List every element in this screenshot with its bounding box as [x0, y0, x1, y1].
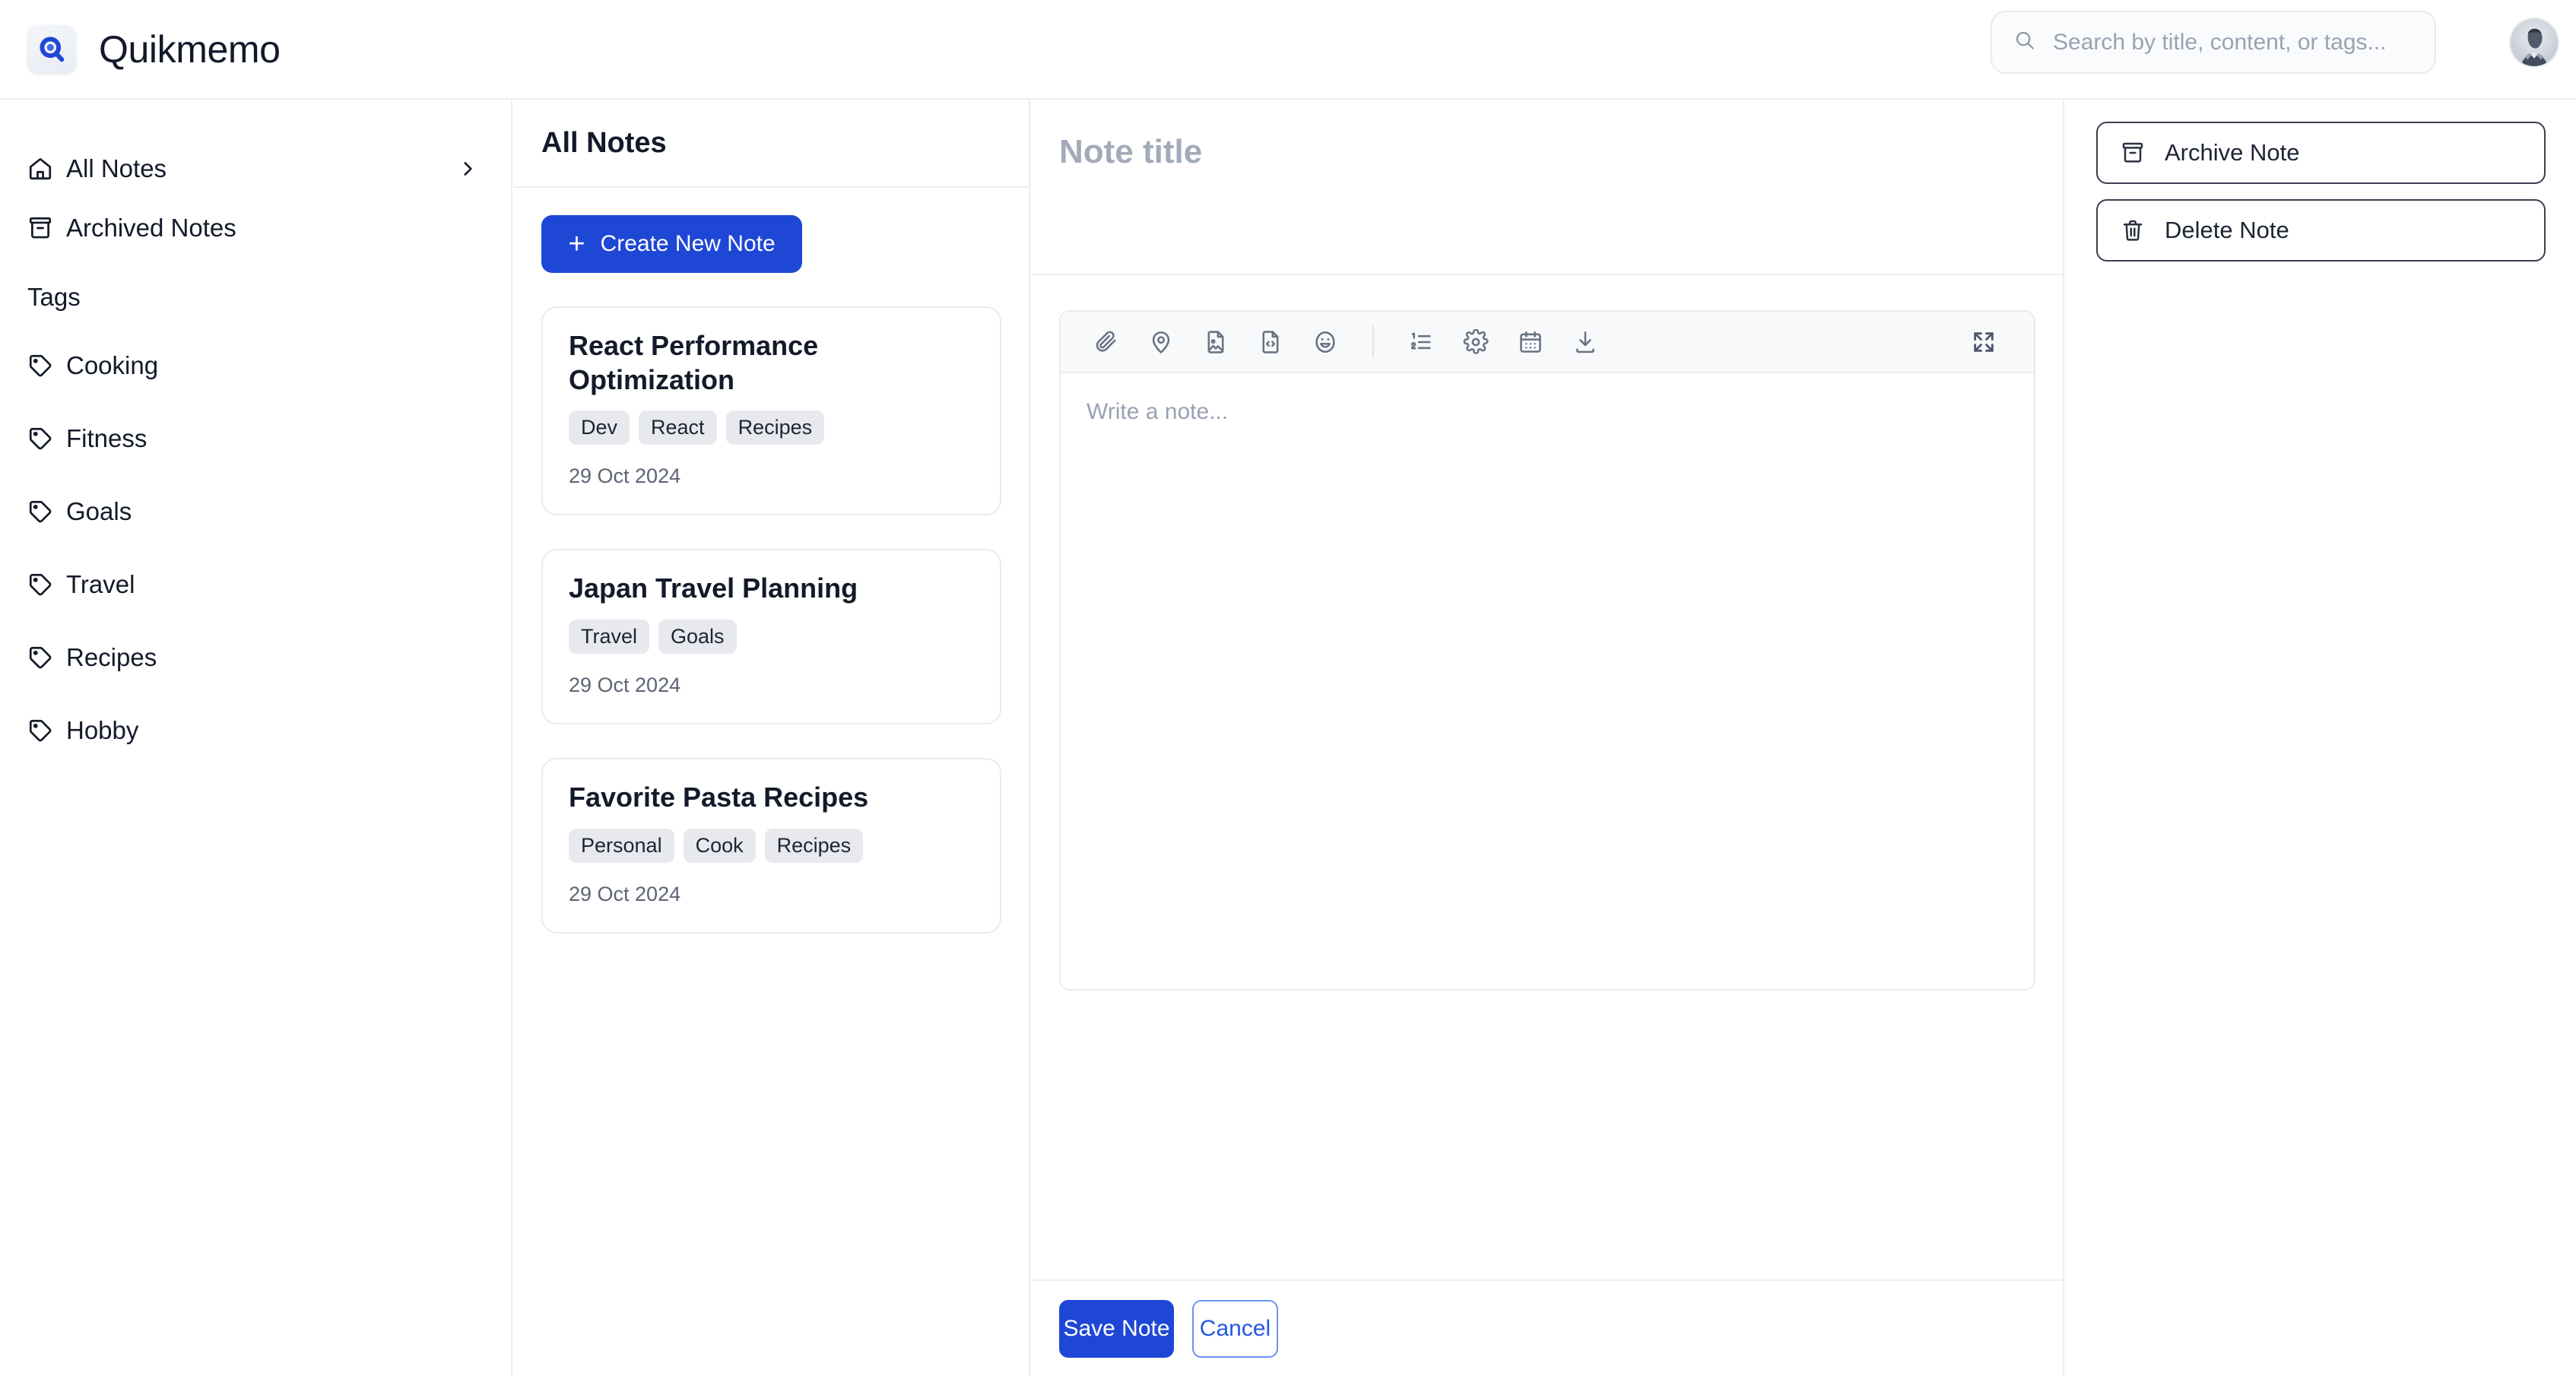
editor-toolbar [1061, 312, 2034, 373]
chevron-right-icon[interactable] [458, 159, 477, 179]
download-icon[interactable] [1558, 315, 1613, 369]
tag-icon [27, 353, 61, 379]
note-card-title: Favorite Pasta Recipes [569, 781, 869, 813]
editor-footer: Save Note Cancel [1032, 1279, 2063, 1376]
sidebar-item-archived-notes[interactable]: Archived Notes [0, 198, 511, 258]
note-title-input[interactable] [1059, 133, 2035, 171]
note-card-title: React Performance Optimization [569, 330, 819, 395]
note-tag-chip[interactable]: Travel [569, 619, 650, 654]
note-card-tags: Dev React Recipes [569, 411, 974, 445]
sidebar-tag-hobby[interactable]: Hobby [0, 694, 511, 767]
sidebar-item-label: All Notes [66, 154, 167, 182]
create-new-note-button[interactable]: + Create New Note [541, 215, 802, 273]
save-note-button[interactable]: Save Note [1059, 1299, 1174, 1358]
note-card-tags: Travel Goals [569, 619, 974, 654]
sidebar-tag-recipes[interactable]: Recipes [0, 621, 511, 694]
tag-icon [27, 645, 61, 671]
note-actions-panel: Archive Note Delete Note [2066, 100, 2576, 1376]
smile-icon[interactable] [1298, 315, 1353, 369]
sidebar-tag-travel[interactable]: Travel [0, 548, 511, 621]
note-card-date: 29 Oct 2024 [569, 464, 681, 488]
top-bar: Quikmemo [0, 0, 2576, 100]
sidebar-tag-label: Hobby [66, 716, 139, 744]
expand-icon[interactable] [1956, 315, 2011, 369]
quikmemo-q-logo-icon [27, 24, 76, 74]
note-tag-chip[interactable]: Personal [569, 828, 674, 863]
tag-icon [27, 572, 61, 598]
sidebar: All Notes Archived Notes Tags Cooking Fi… [0, 100, 512, 1376]
note-card-tags: Personal Cook Recipes [569, 828, 974, 863]
delete-note-button[interactable]: Delete Note [2096, 199, 2546, 262]
tag-icon [27, 499, 61, 525]
tag-icon [27, 426, 61, 452]
sidebar-tag-label: Recipes [66, 643, 157, 671]
note-list-header: All Notes [514, 100, 1029, 188]
note-tag-chip[interactable]: Dev [569, 411, 630, 445]
note-tag-chip[interactable]: Recipes [764, 828, 864, 863]
map-pin-icon[interactable] [1134, 315, 1188, 369]
sidebar-tag-label: Travel [66, 570, 135, 598]
note-body-input[interactable] [1061, 373, 2034, 989]
trash-icon [2121, 218, 2145, 243]
note-card-title: Japan Travel Planning [569, 572, 858, 604]
search-icon [2013, 29, 2036, 55]
note-card-date: 29 Oct 2024 [569, 882, 681, 905]
home-icon [27, 156, 61, 182]
toolbar-divider [1372, 325, 1374, 358]
search-bar[interactable] [1991, 11, 2436, 74]
app-title: Quikmemo [99, 27, 281, 71]
ordered-list-icon[interactable] [1394, 315, 1448, 369]
sidebar-item-all-notes[interactable]: All Notes [0, 139, 511, 198]
search-input[interactable] [2053, 29, 2413, 55]
sidebar-tag-fitness[interactable]: Fitness [0, 402, 511, 475]
archive-icon [2121, 141, 2145, 165]
note-editor-panel: Save Note Cancel [1032, 100, 2064, 1376]
file-image-icon[interactable] [1188, 315, 1243, 369]
note-tag-chip[interactable]: Goals [658, 619, 737, 654]
note-card-japan-travel-planning[interactable]: Japan Travel Planning Travel Goals 29 Oc… [541, 549, 1001, 724]
cancel-button[interactable]: Cancel [1192, 1299, 1278, 1358]
note-title-zone [1032, 100, 2063, 275]
note-editor-box [1059, 310, 2035, 991]
sidebar-tag-goals[interactable]: Goals [0, 475, 511, 548]
note-list-title: All Notes [541, 126, 667, 159]
note-list-panel: All Notes + Create New Note React Perfor… [514, 100, 1030, 1376]
paperclip-icon[interactable] [1079, 315, 1134, 369]
note-card-favorite-pasta-recipes[interactable]: Favorite Pasta Recipes Personal Cook Rec… [541, 757, 1001, 934]
sidebar-tag-cooking[interactable]: Cooking [0, 329, 511, 402]
sidebar-tag-label: Goals [66, 497, 132, 525]
archive-note-button[interactable]: Archive Note [2096, 122, 2546, 184]
note-tag-chip[interactable]: Recipes [725, 411, 825, 445]
tags-section-heading: Tags [27, 283, 81, 311]
note-tag-chip[interactable]: Cook [683, 828, 756, 863]
archive-note-label: Archive Note [2165, 139, 2300, 166]
file-code-icon[interactable] [1243, 315, 1298, 369]
delete-note-label: Delete Note [2165, 217, 2289, 243]
note-card-react-performance-optimization[interactable]: React Performance Optimization Dev React… [541, 306, 1001, 516]
sidebar-item-label: Archived Notes [66, 214, 236, 242]
create-new-note-label: Create New Note [600, 231, 776, 256]
note-tag-chip[interactable]: React [639, 411, 717, 445]
avatar[interactable] [2511, 19, 2558, 66]
tag-icon [27, 718, 61, 743]
note-card-date: 29 Oct 2024 [569, 673, 681, 696]
plus-icon: + [568, 228, 585, 260]
calendar-icon[interactable] [1503, 315, 1558, 369]
archive-icon [27, 215, 61, 241]
sidebar-tag-label: Cooking [66, 351, 159, 379]
note-list-body: + Create New Note React Performance Opti… [514, 188, 1029, 961]
gear-icon[interactable] [1448, 315, 1503, 369]
brand[interactable]: Quikmemo [27, 24, 281, 74]
sidebar-tag-label: Fitness [66, 424, 148, 452]
